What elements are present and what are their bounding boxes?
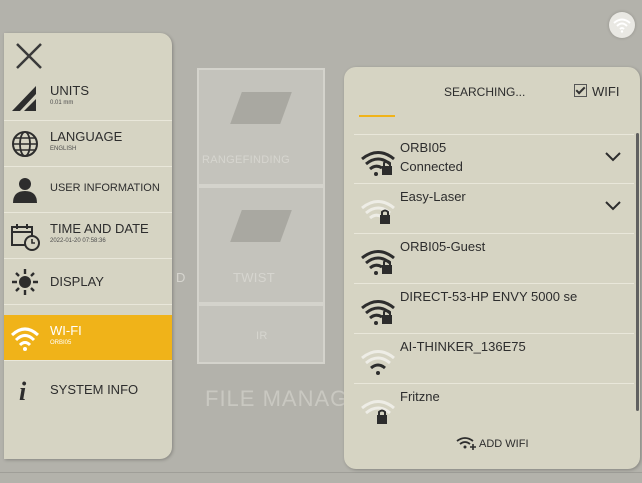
settings-menu: UNITS 0.01 mm LANGUAGE ENGLISH USER INFO… bbox=[4, 33, 172, 459]
network-name: DIRECT-53-HP ENVY 5000 se bbox=[400, 289, 578, 304]
bottom-divider bbox=[0, 472, 642, 473]
close-button[interactable] bbox=[14, 41, 44, 71]
add-wifi-label: ADD WIFI bbox=[479, 438, 529, 450]
background-tile bbox=[197, 68, 325, 186]
background-tile-label: IR bbox=[256, 330, 268, 342]
menu-item-value: 0.01 mm bbox=[50, 100, 74, 106]
background-tile-label: TWIST bbox=[233, 270, 275, 285]
network-name: AI-THINKER_136E75 bbox=[400, 339, 526, 354]
network-item-direct-hp[interactable]: DIRECT-53-HP ENVY 5000 se bbox=[354, 284, 634, 334]
brightness-icon bbox=[12, 269, 38, 295]
chevron-down-icon[interactable] bbox=[604, 200, 622, 212]
wifi-signal-locked-icon bbox=[361, 300, 395, 325]
checkbox-icon bbox=[574, 84, 587, 97]
menu-item-language[interactable]: LANGUAGE ENGLISH bbox=[4, 121, 172, 167]
menu-item-value: ENGLISH bbox=[50, 146, 77, 152]
wifi-signal-locked-icon bbox=[361, 200, 395, 224]
svg-text:i: i bbox=[19, 377, 27, 405]
wifi-icon bbox=[613, 18, 631, 33]
network-item-easy-laser[interactable]: Easy-Laser bbox=[354, 184, 634, 234]
wifi-toggle-checkbox[interactable]: WIFI bbox=[574, 83, 619, 99]
wifi-signal-locked-icon bbox=[361, 250, 395, 275]
add-wifi-icon bbox=[456, 437, 476, 450]
user-icon bbox=[13, 178, 37, 203]
network-item-orbi05[interactable]: ORBI05 Connected bbox=[354, 134, 634, 184]
network-name: Easy-Laser bbox=[400, 189, 466, 204]
menu-item-system-info[interactable]: i SYSTEM INFO bbox=[4, 367, 172, 413]
menu-item-display[interactable]: DISPLAY bbox=[4, 259, 172, 305]
menu-item-label: UNITS bbox=[50, 83, 89, 98]
background-app-grid: RANGEFINDING TWIST IR D bbox=[170, 62, 360, 402]
background-tile-label: D bbox=[176, 270, 186, 285]
background-tile-label: RANGEFINDING bbox=[202, 154, 290, 166]
chevron-down-icon[interactable] bbox=[604, 151, 622, 163]
menu-item-time-and-date[interactable]: TIME AND DATE 2022-01-20 07:58:36 bbox=[4, 213, 172, 259]
menu-item-label: DISPLAY bbox=[50, 274, 104, 289]
search-status: SEARCHING... bbox=[444, 85, 526, 99]
globe-icon bbox=[12, 131, 38, 157]
menu-item-units[interactable]: UNITS 0.01 mm bbox=[4, 75, 172, 121]
wifi-signal-icon bbox=[361, 350, 395, 375]
ruler-triangle-icon bbox=[12, 86, 36, 111]
wifi-panel: SEARCHING... WIFI ORBI05 Connected Easy-… bbox=[344, 67, 640, 469]
network-list-scrollbar[interactable] bbox=[636, 133, 639, 411]
calendar-clock-icon bbox=[11, 224, 40, 251]
network-item-orbi05-guest[interactable]: ORBI05-Guest bbox=[354, 234, 634, 284]
network-name: ORBI05-Guest bbox=[400, 239, 486, 254]
menu-item-value: ORBI05 bbox=[50, 340, 72, 346]
background-file-manager-label: FILE MANAG bbox=[205, 386, 349, 411]
menu-item-value: 2022-01-20 07:58:36 bbox=[50, 238, 106, 244]
menu-item-label: LANGUAGE bbox=[50, 129, 123, 144]
network-name: ORBI05 bbox=[400, 140, 447, 155]
menu-item-wifi[interactable]: WI-FI ORBI05 bbox=[4, 315, 172, 361]
network-name: Fritzne bbox=[400, 389, 440, 404]
add-wifi-button[interactable]: ADD WIFI bbox=[456, 433, 529, 450]
network-item-ai-thinker[interactable]: AI-THINKER_136E75 bbox=[354, 334, 634, 384]
wifi-signal-locked-icon bbox=[361, 151, 395, 176]
background-tile bbox=[197, 186, 325, 304]
network-item-fritzne[interactable]: Fritzne bbox=[354, 384, 634, 434]
menu-item-user-information[interactable]: USER INFORMATION bbox=[4, 167, 172, 213]
info-icon: i bbox=[19, 377, 27, 405]
menu-item-label: TIME AND DATE bbox=[50, 221, 149, 236]
menu-item-label: WI-FI bbox=[50, 323, 82, 338]
wifi-toggle-label: WIFI bbox=[592, 84, 620, 99]
wifi-icon bbox=[10, 327, 40, 351]
network-status: Connected bbox=[400, 159, 463, 174]
wifi-signal-locked-icon bbox=[361, 400, 395, 424]
status-wifi-button[interactable] bbox=[609, 12, 635, 38]
tab-indicator bbox=[359, 115, 395, 117]
menu-item-label: SYSTEM INFO bbox=[50, 382, 139, 397]
close-icon bbox=[16, 43, 42, 69]
menu-item-label: USER INFORMATION bbox=[50, 182, 160, 194]
